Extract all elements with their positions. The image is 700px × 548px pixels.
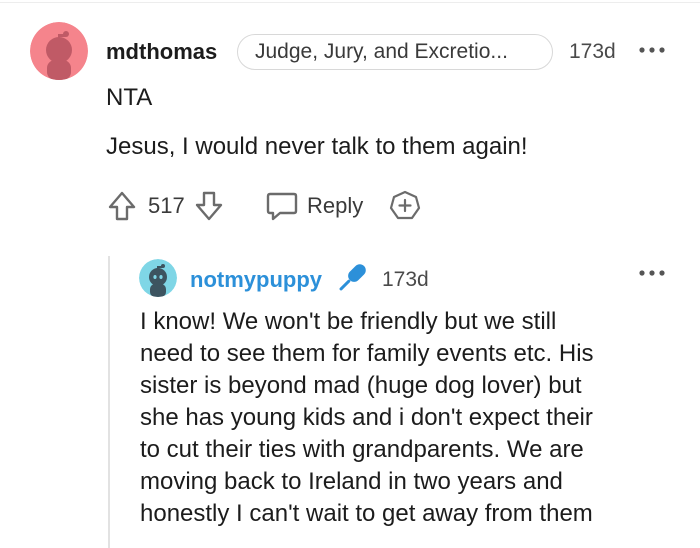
comment-timestamp: 173d (569, 40, 616, 63)
award-plus-icon[interactable] (388, 189, 422, 223)
arrow-down-icon[interactable] (194, 190, 224, 222)
reply-body-line: moving back to Ireland in two years and (140, 468, 563, 495)
reply-body-line: she has young kids and i don't expect th… (140, 404, 593, 431)
user-avatar[interactable] (30, 22, 88, 80)
vote-count: 517 (148, 193, 185, 218)
reply-body-line: sister is beyond mad (huge dog lover) bu… (140, 372, 582, 399)
reply-body: I know! We won't be friendly but we stil… (140, 306, 685, 530)
arrow-up-icon[interactable] (107, 190, 137, 222)
reply-body-line: to cut their ties with grandparents. We … (140, 436, 584, 463)
reply-timestamp: 173d (382, 268, 429, 291)
reply-body-line: need to see them for family events etc. … (140, 340, 594, 367)
comment-body-line: Jesus, I would never talk to them again! (106, 133, 528, 160)
speech-bubble-icon[interactable] (265, 190, 299, 222)
thread-line[interactable] (108, 256, 110, 548)
reply-button[interactable]: Reply (307, 193, 363, 219)
ellipsis-icon[interactable] (637, 45, 667, 55)
reply-author[interactable]: notmypuppy (190, 267, 322, 293)
reply-body-line: honestly I can't wait to get away from t… (140, 500, 593, 527)
ellipsis-icon[interactable] (637, 268, 667, 278)
reply-body-line: I know! We won't be friendly but we stil… (140, 308, 557, 335)
comment-body-line: NTA (106, 84, 153, 111)
divider (0, 2, 700, 3)
comment-author[interactable]: mdthomas (106, 39, 217, 65)
user-avatar[interactable] (139, 259, 177, 297)
user-flair: Judge, Jury, and Excretio... (237, 34, 553, 70)
microphone-icon (339, 264, 366, 291)
comment-thread: mdthomas Judge, Jury, and Excretio... 17… (0, 0, 700, 548)
